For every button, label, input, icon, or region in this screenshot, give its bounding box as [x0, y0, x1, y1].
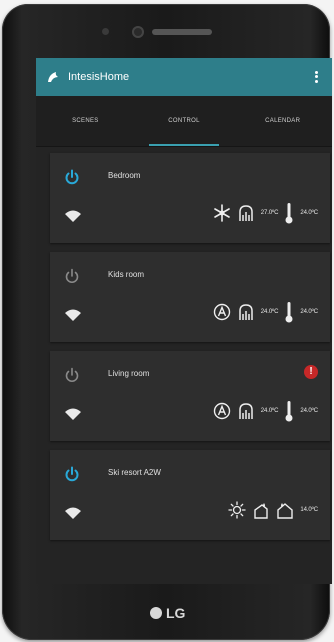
power-on-icon[interactable]: [64, 466, 80, 482]
alert-badge[interactable]: !: [304, 365, 318, 379]
room-controls: 14.0ºC: [228, 498, 318, 522]
lg-brand-logo: LG: [150, 605, 185, 621]
tab-bar: SCENES CONTROL CALENDAR: [36, 96, 332, 147]
lg-logo-icon: [150, 607, 162, 619]
room-card-ski-resort-a2w[interactable]: Ski resort A2W 14.0ºC: [50, 450, 330, 540]
brand-text: LG: [166, 605, 186, 621]
front-sensor: [102, 28, 109, 35]
tab-scenes[interactable]: SCENES: [36, 96, 135, 146]
auto-mode-icon[interactable]: [213, 402, 231, 420]
app-screen: IntesisHome SCENES CONTROL CALENDAR Bedr…: [36, 58, 332, 584]
current-temperature: 14.0ºC: [300, 507, 318, 513]
current-temperature: 24.0ºC: [300, 309, 318, 315]
fan-icon[interactable]: [237, 303, 255, 321]
fan-icon[interactable]: [237, 204, 255, 222]
wifi-icon: [65, 309, 81, 321]
room-controls: 24.0ºC 24.0ºC: [213, 399, 318, 423]
room-list: Bedroom 27.0ºC 24.0ºC Kids room 24.0ºC 2…: [36, 147, 332, 540]
current-temperature: 24.0ºC: [300, 408, 318, 414]
wifi-icon: [65, 408, 81, 420]
current-temperature: 24.0ºC: [300, 210, 318, 216]
power-on-icon[interactable]: [64, 169, 80, 185]
room-controls: 27.0ºC 24.0ºC: [213, 201, 318, 225]
fan-icon[interactable]: [237, 402, 255, 420]
auto-mode-icon[interactable]: [213, 303, 231, 321]
wifi-icon: [65, 507, 81, 519]
earpiece-speaker: [152, 29, 212, 35]
room-name: Living room: [108, 369, 150, 378]
tab-calendar[interactable]: CALENDAR: [233, 96, 332, 146]
room-name: Ski resort A2W: [108, 468, 161, 477]
app-bar: IntesisHome: [36, 58, 332, 96]
overflow-menu-icon[interactable]: [310, 67, 322, 87]
sun-icon[interactable]: [228, 501, 247, 519]
wifi-icon: [65, 210, 81, 222]
room-card-kids-room[interactable]: Kids room 24.0ºC 24.0ºC: [50, 252, 330, 342]
power-off-icon[interactable]: [64, 367, 80, 383]
thermometer-icon: [285, 302, 293, 323]
thermometer-icon: [285, 401, 293, 422]
water-temperature-icon[interactable]: [252, 501, 270, 519]
setpoint-temperature[interactable]: 24.0ºC: [261, 309, 279, 315]
thermometer-icon: [285, 203, 293, 224]
setpoint-temperature[interactable]: 24.0ºC: [261, 408, 279, 414]
house-water-icon[interactable]: [276, 501, 294, 519]
snowflake-icon[interactable]: [213, 204, 231, 222]
front-camera: [132, 26, 144, 38]
room-card-bedroom[interactable]: Bedroom 27.0ºC 24.0ºC: [50, 153, 330, 243]
room-name: Kids room: [108, 270, 145, 279]
room-name: Bedroom: [108, 171, 141, 180]
tab-control[interactable]: CONTROL: [135, 96, 234, 146]
app-title: IntesisHome: [68, 71, 130, 83]
intesis-logo-icon: [46, 70, 60, 84]
power-off-icon[interactable]: [64, 268, 80, 284]
room-card-living-room[interactable]: Living room ! 24.0ºC 24.0ºC: [50, 351, 330, 441]
room-controls: 24.0ºC 24.0ºC: [213, 300, 318, 324]
setpoint-temperature[interactable]: 27.0ºC: [261, 210, 279, 216]
